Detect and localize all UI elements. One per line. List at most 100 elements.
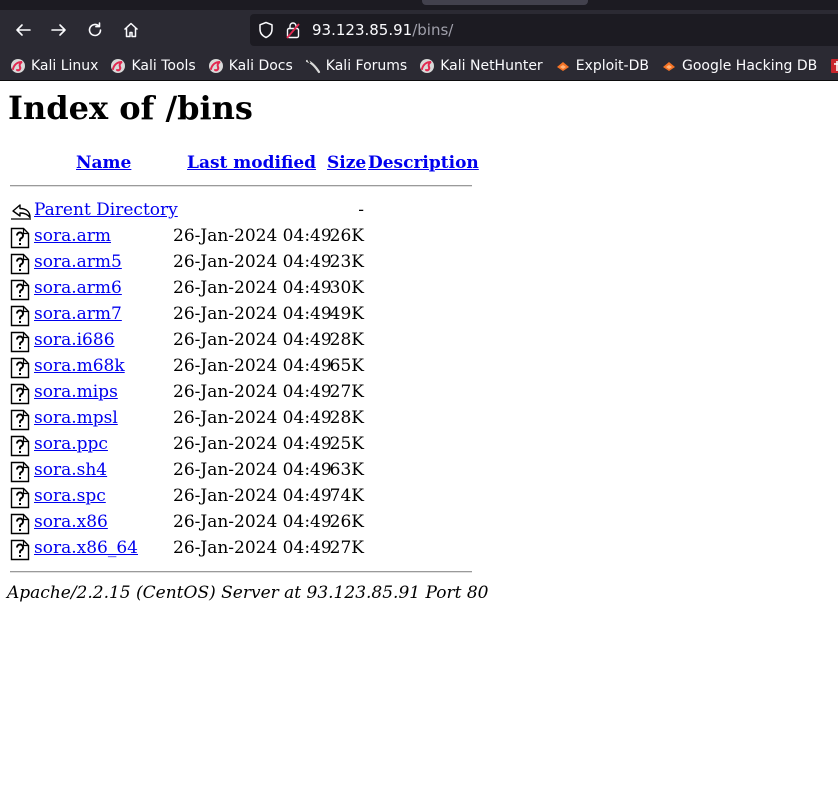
bookmark-label: Kali NetHunter: [440, 58, 543, 74]
file-date: 26-Jan-2024 04:49: [173, 512, 332, 532]
reload-button[interactable]: [77, 14, 113, 46]
kali-forums-icon: [305, 58, 321, 74]
parent-directory-link[interactable]: Parent Directory: [34, 200, 178, 220]
file-link[interactable]: sora.arm6: [34, 278, 122, 298]
file-size: 28K: [329, 408, 364, 428]
file-row: sora.mips 26-Jan-2024 04:49 27K: [0, 380, 480, 406]
file-row: sora.x86_64 26-Jan-2024 04:49 27K: [0, 536, 480, 562]
sort-by-description-link[interactable]: Description: [368, 153, 479, 173]
parent-directory-row: Parent Directory -: [0, 198, 480, 224]
file-link[interactable]: sora.x86_64: [34, 538, 138, 558]
bookmark-label: Exploit-DB: [575, 58, 649, 74]
file-size: 63K: [329, 460, 364, 480]
footer-divider: [10, 571, 472, 573]
header-divider: [10, 185, 472, 187]
unknown-file-icon: [10, 409, 30, 431]
bookmark-item[interactable]: Kali Tools: [110, 58, 196, 74]
back-folder-icon: [10, 201, 31, 223]
file-date: 26-Jan-2024 04:49: [173, 460, 332, 480]
file-date: 26-Jan-2024 04:49: [173, 304, 332, 324]
page-title: Index of /bins: [8, 89, 253, 127]
bookmark-item[interactable]: Google Hacking DB: [661, 58, 817, 74]
tracking-protection-shield-icon[interactable]: [258, 21, 276, 39]
bookmark-item[interactable]: OffS: [829, 58, 838, 74]
file-link[interactable]: sora.mpsl: [34, 408, 118, 428]
sort-by-last-modified-link[interactable]: Last modified: [187, 153, 316, 173]
bookmark-item[interactable]: Kali Linux: [10, 58, 98, 74]
file-row: sora.x86 26-Jan-2024 04:49 26K: [0, 510, 480, 536]
parent-directory-size: -: [358, 200, 364, 220]
unknown-file-icon: [10, 279, 30, 301]
file-link[interactable]: sora.x86: [34, 512, 108, 532]
file-date: 26-Jan-2024 04:49: [173, 382, 332, 402]
unknown-file-icon: [10, 227, 30, 249]
bookmark-label: Kali Docs: [228, 58, 293, 74]
file-date: 26-Jan-2024 04:49: [173, 330, 332, 350]
sort-by-size-link[interactable]: Size: [327, 153, 366, 173]
file-size: 27K: [329, 538, 364, 558]
insecure-lock-icon[interactable]: [286, 21, 302, 39]
url-bar[interactable]: 93.123.85.91/bins/: [250, 14, 838, 46]
file-row: sora.mpsl 26-Jan-2024 04:49 28K: [0, 406, 480, 432]
file-link[interactable]: sora.m68k: [34, 356, 125, 376]
home-icon: [123, 22, 139, 38]
url-host: 93.123.85.91: [312, 21, 413, 39]
exploit-db-icon: [661, 58, 677, 74]
file-size: 26K: [329, 226, 364, 246]
file-row: sora.arm5 26-Jan-2024 04:49 23K: [0, 250, 480, 276]
file-date: 26-Jan-2024 04:49: [173, 278, 332, 298]
file-row: sora.spc 26-Jan-2024 04:49 74K: [0, 484, 480, 510]
arrow-right-icon: [51, 24, 66, 36]
bookmark-item[interactable]: Kali NetHunter: [419, 58, 543, 74]
file-size: 27K: [329, 382, 364, 402]
exploit-db-icon: [555, 58, 571, 74]
file-link[interactable]: sora.spc: [34, 486, 106, 506]
home-button[interactable]: [113, 14, 149, 46]
file-link[interactable]: sora.arm5: [34, 252, 122, 272]
file-link[interactable]: sora.sh4: [34, 460, 107, 480]
file-row: sora.ppc 26-Jan-2024 04:49 25K: [0, 432, 480, 458]
bookmark-label: Kali Linux: [31, 58, 99, 74]
server-signature: Apache/2.2.15 (CentOS) Server at 93.123.…: [7, 583, 489, 603]
file-link[interactable]: sora.arm7: [34, 304, 122, 324]
file-row: sora.arm6 26-Jan-2024 04:49 30K: [0, 276, 480, 302]
forward-button[interactable]: [41, 14, 77, 46]
file-size: 74K: [329, 486, 364, 506]
unknown-file-icon: [10, 357, 30, 379]
file-size: 65K: [329, 356, 364, 376]
file-date: 26-Jan-2024 04:49: [173, 486, 332, 506]
kali-dragon-icon: [110, 58, 126, 74]
unknown-file-icon: [10, 383, 30, 405]
bookmarks-toolbar: Kali Linux Kali Tools Kali Docs Kali Forums…: [0, 52, 838, 80]
file-row: sora.i686 26-Jan-2024 04:49 28K: [0, 328, 480, 354]
file-row: sora.arm7 26-Jan-2024 04:49 49K: [0, 302, 480, 328]
file-size: 25K: [329, 434, 364, 454]
file-link[interactable]: sora.arm: [34, 226, 111, 246]
bookmark-label: Google Hacking DB: [681, 58, 818, 74]
browser-chrome: 93.123.85.91/bins/ Kali Linux Kali Tools K…: [0, 0, 838, 81]
kali-dragon-icon: [10, 58, 26, 74]
sort-by-name-link[interactable]: Name: [76, 153, 131, 173]
reload-icon: [88, 22, 102, 37]
file-size: 28K: [329, 330, 364, 350]
file-row: sora.m68k 26-Jan-2024 04:49 65K: [0, 354, 480, 380]
file-row: sora.arm 26-Jan-2024 04:49 26K: [0, 224, 480, 250]
bookmark-item[interactable]: Kali Docs: [208, 58, 293, 74]
file-link[interactable]: sora.i686: [34, 330, 115, 350]
file-size: 49K: [329, 304, 364, 324]
kali-dragon-icon: [208, 58, 224, 74]
active-tab[interactable]: [422, 0, 588, 5]
file-link[interactable]: sora.mips: [34, 382, 118, 402]
url-text[interactable]: 93.123.85.91/bins/: [312, 21, 453, 39]
file-date: 26-Jan-2024 04:49: [173, 408, 332, 428]
file-size: 23K: [329, 252, 364, 272]
tab-strip: [0, 0, 838, 10]
bookmark-item[interactable]: Kali Forums: [305, 58, 407, 74]
unknown-file-icon: [10, 487, 30, 509]
arrow-left-icon: [16, 24, 31, 36]
bookmark-item[interactable]: Exploit-DB: [555, 58, 649, 74]
offsec-icon: [829, 58, 838, 74]
file-link[interactable]: sora.ppc: [34, 434, 108, 454]
file-row: sora.sh4 26-Jan-2024 04:49 63K: [0, 458, 480, 484]
back-button[interactable]: [5, 14, 41, 46]
